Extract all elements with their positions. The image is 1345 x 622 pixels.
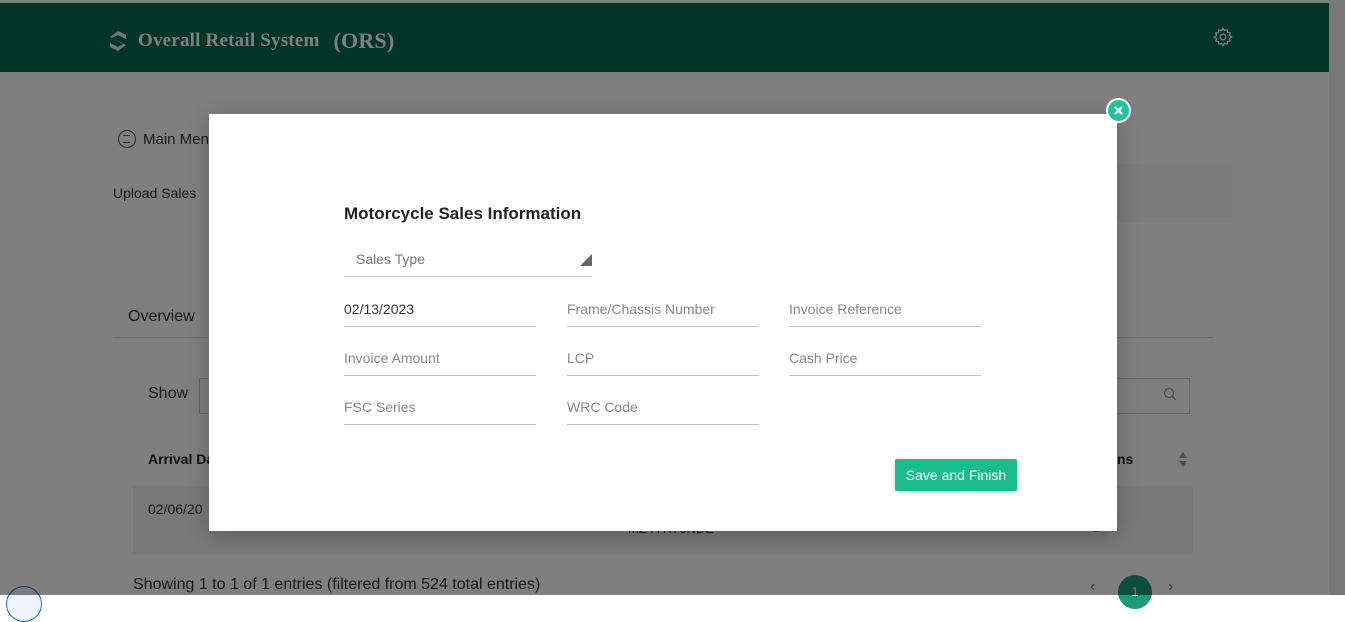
date-field-wrap bbox=[344, 298, 536, 327]
modal-title: Motorcycle Sales Information bbox=[344, 204, 582, 223]
frame-chassis-field-wrap bbox=[567, 298, 759, 327]
cash-price-field-wrap bbox=[789, 347, 981, 376]
dropdown-arrow-icon bbox=[580, 254, 592, 266]
wrc-code-field[interactable] bbox=[567, 396, 759, 418]
invoice-reference-field-wrap bbox=[789, 298, 981, 327]
date-field[interactable] bbox=[344, 298, 536, 320]
lcp-field[interactable] bbox=[567, 347, 759, 369]
sales-type-select[interactable]: Sales Type bbox=[344, 248, 592, 277]
lcp-field-wrap bbox=[567, 347, 759, 376]
wrc-code-field-wrap bbox=[567, 396, 759, 425]
invoice-amount-field-wrap bbox=[344, 347, 536, 376]
fsc-series-field[interactable] bbox=[344, 396, 536, 418]
invoice-reference-field[interactable] bbox=[789, 298, 981, 320]
sales-type-label: Sales Type bbox=[356, 251, 426, 267]
cash-price-field[interactable] bbox=[789, 347, 981, 369]
close-button[interactable] bbox=[1106, 98, 1131, 123]
frame-chassis-field[interactable] bbox=[567, 298, 759, 320]
fsc-series-field-wrap bbox=[344, 396, 536, 425]
invoice-amount-field[interactable] bbox=[344, 347, 536, 369]
close-icon bbox=[1114, 106, 1123, 115]
save-and-finish-button[interactable]: Save and Finish bbox=[895, 459, 1017, 491]
